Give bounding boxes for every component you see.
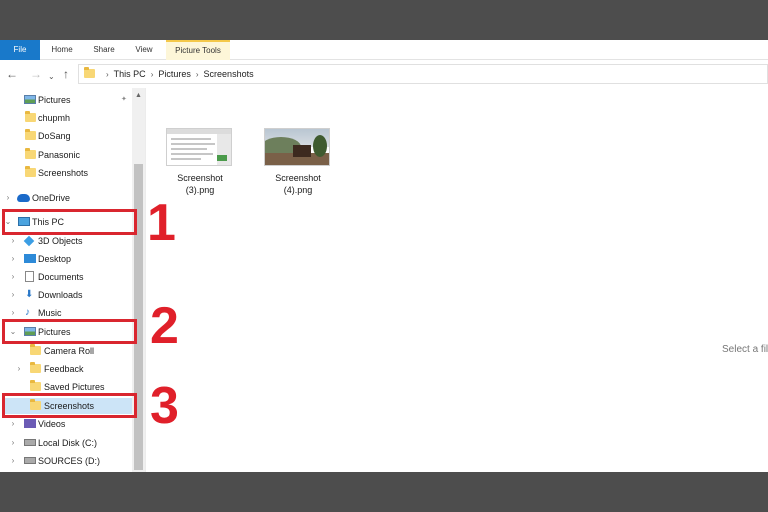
up-arrow-icon[interactable]: ↑ [63,66,69,82]
file-name: Screenshot (3).png [156,172,244,196]
forward-arrow-icon[interactable]: → [30,66,42,82]
nav-item-label: Downloads [38,290,83,300]
step-number-2: 2 [150,297,179,355]
nav-item-label: Local Disk (C:) [38,438,98,448]
address-row: ← → ⌄ ↑ › This PC › Pictures › Screenshots [0,62,768,88]
back-arrow-icon[interactable]: ← [6,66,18,82]
nav-item-label: Camera Roll [44,346,95,356]
documents-icon [25,271,34,282]
step-number-3: 3 [150,377,179,435]
nav-item-desktop[interactable]: › Desktop [0,251,132,267]
highlight-box-pictures [2,319,137,344]
file-name-line: (4).png [283,185,313,195]
chevron-right-icon[interactable]: › [8,435,18,451]
highlight-box-screenshots [2,393,137,418]
nav-item-screenshots-quick[interactable]: Screenshots [0,165,132,181]
breadcrumb-this-pc[interactable]: This PC [114,69,146,79]
file-name: Screenshot (4).png [254,172,342,196]
pin-icon[interactable]: ✦ [121,92,127,108]
folder-icon [30,344,41,355]
tab-share[interactable]: Share [88,40,120,60]
folder-icon [25,166,36,177]
download-arrow-icon: ⬇ [25,289,34,300]
chevron-right-icon[interactable]: › [14,361,24,377]
recent-locations-chevron-icon[interactable]: ⌄ [48,69,55,85]
highlight-box-this-pc [2,209,137,235]
tab-file[interactable]: File [0,40,40,60]
chevron-right-icon[interactable]: › [8,287,18,303]
file-thumbnail [166,128,232,166]
file-list-area: Screenshot (3).png Screenshot (4).png Se… [146,88,768,472]
nav-item-chupmh[interactable]: chupmh [0,110,132,126]
nav-item-label: Videos [38,419,66,429]
ribbon-tabs: File Home Share View Picture Tools [0,40,768,60]
drive-icon [24,439,36,446]
step-number-1: 1 [147,194,176,252]
nav-item-label: Desktop [38,254,72,264]
breadcrumb-pictures[interactable]: Pictures [158,69,191,79]
nav-item-label: Screenshots [38,168,89,178]
folder-icon [30,380,41,391]
nav-item-label: 3D Objects [38,236,83,246]
tab-view[interactable]: View [128,40,160,60]
nav-item-label: Panasonic [38,150,81,160]
nav-item-panasonic[interactable]: Panasonic [0,147,132,163]
chevron-right-icon[interactable]: › [8,269,18,285]
music-note-icon: ♪ [25,307,30,318]
nav-item-sources-d[interactable]: › SOURCES (D:) [0,453,132,469]
address-bar[interactable]: › This PC › Pictures › Screenshots [78,64,768,84]
nav-item-label: OneDrive [32,193,71,203]
3d-objects-icon [23,235,35,247]
nav-item-documents[interactable]: › Documents [0,269,132,285]
chevron-right-icon[interactable]: › [3,190,13,206]
nav-item-label: Documents [38,272,84,282]
chevron-right-icon[interactable]: › [8,416,18,432]
desktop-icon [24,254,36,263]
chevron-right-icon: › [106,70,109,79]
nav-item-label: DoSang [38,131,71,141]
file-name-line: Screenshot [275,173,321,183]
nav-item-label: Feedback [44,364,84,374]
nav-item-label: Pictures [38,95,71,105]
chevron-right-icon: › [150,70,154,79]
pictures-icon [24,95,36,104]
folder-icon [30,362,41,373]
chevron-right-icon[interactable]: › [8,251,18,267]
tab-home[interactable]: Home [46,40,78,60]
preview-pane-hint: Select a file [722,344,768,355]
onedrive-cloud-icon [17,194,30,202]
nav-item-videos[interactable]: › Videos [0,416,132,432]
breadcrumb: › This PC › Pictures › Screenshots [101,65,254,85]
chevron-right-icon[interactable]: › [8,453,18,469]
nav-item-dosang[interactable]: DoSang [0,128,132,144]
breadcrumb-screenshots[interactable]: Screenshots [204,69,254,79]
folder-icon [25,148,36,159]
nav-item-label: SOURCES (D:) [38,456,101,466]
folder-icon [84,67,95,78]
nav-item-feedback[interactable]: › Feedback [0,361,132,377]
nav-item-onedrive[interactable]: › OneDrive [0,190,132,206]
nav-item-camera-roll[interactable]: Camera Roll [0,343,132,359]
nav-item-pictures-quick[interactable]: Pictures ✦ [0,92,132,108]
scroll-up-arrow-icon[interactable]: ▲ [132,92,145,99]
nav-item-local-disk-c[interactable]: › Local Disk (C:) [0,435,132,451]
folder-icon [25,111,36,122]
nav-item-label: chupmh [38,113,71,123]
tab-picture-tools[interactable]: Picture Tools [166,40,230,60]
chevron-right-icon[interactable]: › [8,233,18,249]
drive-icon [24,457,36,464]
file-name-line: Screenshot [177,173,223,183]
chevron-right-icon: › [195,70,199,79]
videos-icon [24,419,36,428]
nav-item-downloads[interactable]: › ⬇ Downloads [0,287,132,303]
folder-icon [25,129,36,140]
file-thumbnail [264,128,330,166]
nav-item-3d-objects[interactable]: › 3D Objects [0,233,132,249]
